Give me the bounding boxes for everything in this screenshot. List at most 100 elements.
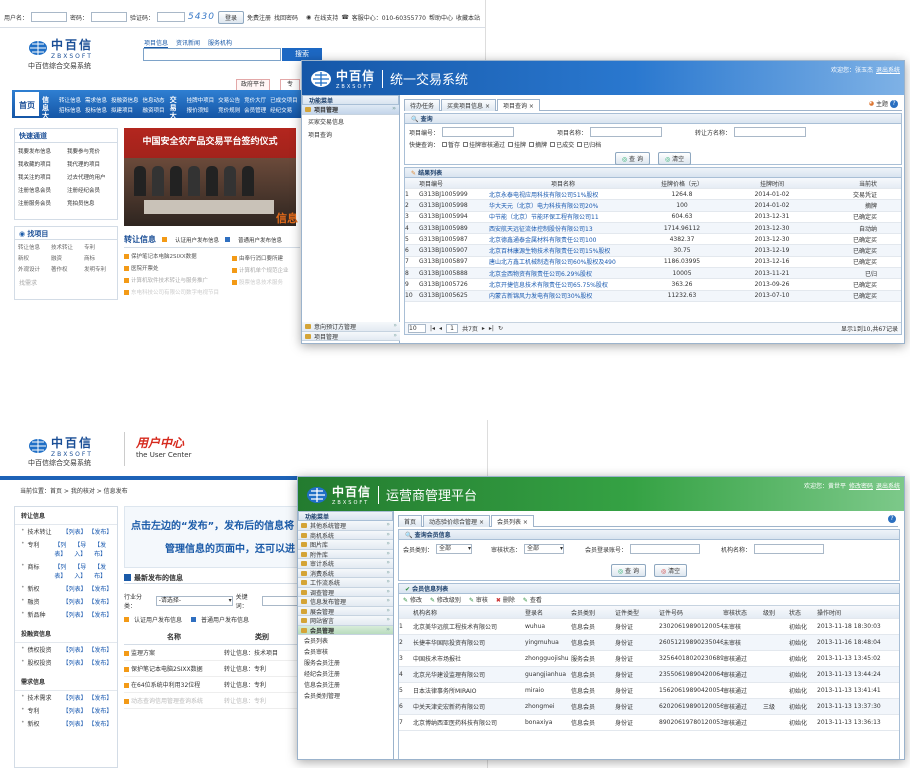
project-name-link[interactable]: 北京开捷信息技术有限责任公司65.75%股权 xyxy=(489,280,637,289)
search-tab-projects[interactable]: 项目信息 xyxy=(144,38,169,48)
publish-link[interactable]: 【发布】 xyxy=(88,645,112,654)
nav-link[interactable]: 转让信息 xyxy=(59,96,81,104)
project-name-link[interactable]: 唐山北方鑫工机械制造有限公司60%股权及490 xyxy=(489,257,637,266)
operator-logout[interactable]: 退出系统 xyxy=(876,481,900,490)
quick-item[interactable]: 竞拍员信息 xyxy=(67,199,114,207)
col-status[interactable]: 当前状 xyxy=(817,179,877,188)
transferor-input[interactable] xyxy=(734,127,807,137)
nav-home[interactable]: 首页 xyxy=(15,92,39,116)
op-submenu-item[interactable]: 会员审核 xyxy=(298,646,393,657)
publish-link[interactable]: 【发布】 xyxy=(88,719,112,728)
col-level[interactable]: 级别 xyxy=(763,608,789,617)
refresh-icon[interactable]: ↻ xyxy=(498,325,503,332)
nav-link[interactable]: 投标信息 xyxy=(85,106,107,114)
forgot-link[interactable]: 找回密码 xyxy=(274,13,298,22)
op-table-row[interactable]: 4 北京光华建设监理有限公司 guangjianhua 信息会员 身份证 23550619… xyxy=(399,667,899,683)
find-item[interactable]: 新权 xyxy=(18,254,48,262)
find-item[interactable]: 转让信息 xyxy=(18,243,48,251)
audit-select[interactable]: 全部 ▾ xyxy=(524,544,565,554)
op-submenu-item[interactable]: 服务会员注册 xyxy=(298,657,393,668)
op-menu-item[interactable]: 调查管理 xyxy=(298,587,393,597)
op-menu-item[interactable]: 会员管理 xyxy=(298,625,393,635)
uc-table-row[interactable]: 保护笔记本电脑2SIXX数据 转让信息：专利 xyxy=(124,661,300,677)
username-input[interactable] xyxy=(31,12,68,22)
publish-link[interactable]: 【发布】 xyxy=(88,584,112,593)
publish-link[interactable]: 【发布】 xyxy=(88,693,112,702)
op-clear-button[interactable]: ◎ 清空 xyxy=(653,564,688,577)
find-item[interactable]: 融资 xyxy=(51,254,81,262)
nav-link[interactable]: 融资项目 xyxy=(143,106,165,114)
quick-item[interactable]: 我要发布信息 xyxy=(18,147,65,155)
uc-row-name[interactable]: 保护笔记本电脑2SIXX数据 xyxy=(124,664,224,673)
col-time[interactable]: 挂牌时间 xyxy=(727,179,817,188)
op-menu-item[interactable]: 展会管理 xyxy=(298,606,393,616)
project-name-link[interactable]: 中节能（北京）节能环保工程有限公司11 xyxy=(489,212,637,221)
captcha-image[interactable]: 5430 xyxy=(188,12,215,22)
change-password-link[interactable]: 修改密码 xyxy=(849,481,873,490)
code-input[interactable] xyxy=(442,127,515,137)
tab-trade-info[interactable]: 买卖项目信息 × xyxy=(441,99,496,111)
quick-item[interactable]: 我关注的项目 xyxy=(18,173,65,181)
uc-row-name[interactable]: 在64位系统中利用32位程 xyxy=(124,680,224,689)
find-item[interactable]: 外观设计 xyxy=(18,265,48,273)
edit-button[interactable]: ✎ 修改 xyxy=(403,595,422,604)
password-input[interactable] xyxy=(91,12,128,22)
find-item[interactable]: 商标 xyxy=(84,254,114,262)
certified-tag[interactable]: 认证用户发布信息 xyxy=(175,236,219,244)
filter-checkbox[interactable] xyxy=(577,142,583,147)
normal-tag[interactable]: 普通用户发布信息 xyxy=(238,236,282,244)
op-tab-home[interactable]: 首页 xyxy=(398,515,423,527)
op-menu-item[interactable]: 信息发布管理 xyxy=(298,597,393,607)
publish-link[interactable]: 【发布】 xyxy=(88,597,112,606)
filter-checkbox[interactable] xyxy=(529,142,535,147)
nav-link[interactable]: 已成交项目 xyxy=(270,96,298,104)
op-menu-item[interactable]: 工作流系统 xyxy=(298,578,393,588)
nav-link[interactable]: 会员管理 xyxy=(244,106,266,114)
nav-link[interactable]: 交易公告 xyxy=(218,96,240,104)
project-name-link[interactable]: 华大天元（北京）电力科技有限公司20% xyxy=(489,201,637,210)
publish-link[interactable]: 【发布】 xyxy=(88,527,112,536)
trading-table-row[interactable]: 2 G313BJ1005998 华大天元（北京）电力科技有限公司20% 100 2014… xyxy=(405,200,901,212)
project-name-link[interactable]: 内蒙古新锦风力发电有限公司30%股权 xyxy=(489,291,637,300)
name-input[interactable] xyxy=(590,127,663,137)
member-type-select[interactable]: 全部 ▾ xyxy=(436,544,473,554)
transfer-item[interactable]: 东电科技公司有限公司数字电视节目 xyxy=(124,288,300,296)
quick-item[interactable]: 注册经纪会员 xyxy=(67,186,114,194)
publish-link[interactable]: 【发布】 xyxy=(94,540,111,558)
filter-checkbox[interactable] xyxy=(463,142,469,147)
trading-table-row[interactable]: 5 G313BJ1005987 北京德鑫通泰金属材料有限责任公司100 4382.37… xyxy=(405,234,901,246)
find-item[interactable]: 专利 xyxy=(84,243,114,251)
support-link[interactable]: 在线支持 xyxy=(314,13,338,22)
trading-table-row[interactable]: 7 G313BJ1005897 唐山北方鑫工机械制造有限公司60%股权及490 118… xyxy=(405,257,901,269)
filter-checkbox[interactable] xyxy=(508,142,514,147)
col-price[interactable]: 挂牌价格（元） xyxy=(637,179,727,188)
quick-item[interactable]: 我代理的项目 xyxy=(67,160,114,168)
trading-menu-item[interactable]: 买家交易信息 xyxy=(302,115,399,128)
delete-button[interactable]: ✖ 删除 xyxy=(496,595,515,604)
op-table-row[interactable]: 7 北京博纳西亚医药科技有限公司 bonaxiya 信息会员 身份证 8902061978… xyxy=(399,715,899,731)
nav-link[interactable]: 报价须知 xyxy=(187,106,215,114)
op-menu-item[interactable]: 附件库 xyxy=(298,549,393,559)
op-menu-item[interactable]: 商机系统 xyxy=(298,530,393,540)
col-cert-no[interactable]: 证件号码 xyxy=(659,608,723,617)
publish-link[interactable]: 【发布】 xyxy=(88,706,112,715)
col-op-time[interactable]: 操作时间 xyxy=(817,608,887,617)
trading-table-row[interactable]: 3 G313BJ1005994 中节能（北京）节能环保工程有限公司11 604.63 2… xyxy=(405,212,901,223)
edit-level-button[interactable]: ✎ 修改级别 xyxy=(430,595,461,604)
first-page-icon[interactable]: |◂ xyxy=(430,325,435,332)
list-link[interactable]: 【列表】 xyxy=(63,597,87,606)
nav-trade-hall[interactable]: 交易大厅 xyxy=(167,90,185,128)
op-menu-item[interactable]: 其他系统管理 xyxy=(298,521,393,531)
org-input[interactable] xyxy=(754,544,825,554)
op-menu-item[interactable]: 网站留言 xyxy=(298,616,393,626)
tab-project-query[interactable]: 项目查询 × xyxy=(496,99,540,111)
op-table-row[interactable]: 2 长捷丰华国际投资有限公司 yingmuhua 信息会员 身份证 26051219890… xyxy=(399,635,899,651)
quick-item[interactable]: 注册信息会员 xyxy=(18,186,65,194)
nav-link[interactable]: 挂牌中项目 xyxy=(187,96,215,104)
nav-link[interactable]: 需求信息 xyxy=(85,96,107,104)
tab-todo[interactable]: 待办任务 xyxy=(404,99,441,111)
find-need[interactable]: 找需求 xyxy=(15,276,117,289)
publish-link[interactable]: 【发布】 xyxy=(88,658,112,667)
trading-table-row[interactable]: 10 G313BJ1005625 内蒙古新锦风力发电有限公司30%股权 11232.6… xyxy=(405,290,901,302)
trading-menu-bottom[interactable]: 意向预订方管理 xyxy=(302,322,400,332)
